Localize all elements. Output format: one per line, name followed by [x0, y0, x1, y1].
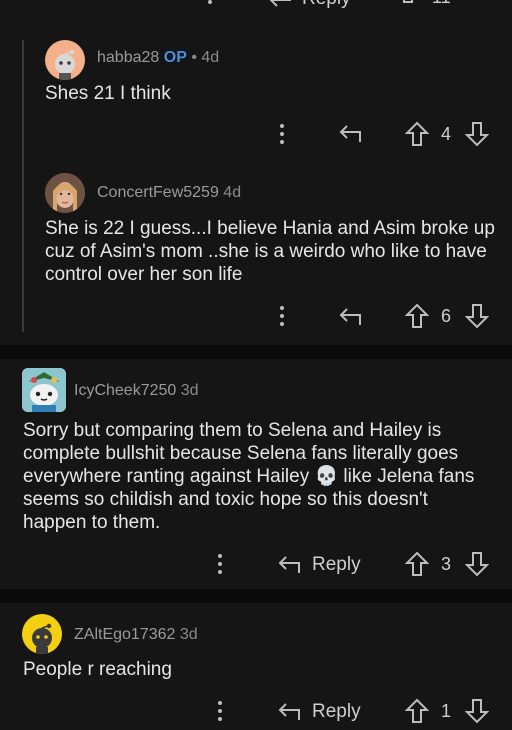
more-icon[interactable] [210, 699, 230, 723]
upvote-icon[interactable] [405, 121, 429, 147]
comment-author[interactable]: IcyCheek7250 3d [74, 382, 199, 400]
snoo-avatar-icon [32, 623, 52, 654]
top-vote-count: 11 [432, 0, 451, 8]
reply-button[interactable]: Reply [312, 554, 361, 576]
comment-author[interactable]: ZAltEgo17362 3d [74, 626, 198, 644]
username[interactable]: ConcertFew5259 [97, 184, 219, 201]
reply-icon[interactable] [277, 553, 303, 575]
comment-author[interactable]: habba28 OP • 4d [97, 49, 219, 67]
comment-body: She is 22 I guess...I believe Hania and … [45, 218, 495, 285]
more-icon[interactable] [272, 122, 292, 146]
avatar[interactable] [22, 368, 66, 412]
comment-age: 4d [223, 184, 242, 201]
username[interactable]: habba28 [97, 49, 159, 66]
upvote-icon[interactable] [405, 698, 429, 724]
comment-body: Shes 21 I think [45, 83, 171, 104]
vote-count: 4 [441, 124, 452, 144]
thread-line[interactable] [22, 40, 24, 332]
reply-icon[interactable] [338, 305, 364, 327]
comment-author[interactable]: ConcertFew5259 4d [97, 184, 241, 202]
avatar[interactable] [45, 173, 85, 213]
username[interactable]: IcyCheek7250 [74, 382, 176, 399]
upvote-icon[interactable] [405, 551, 429, 577]
downvote-icon[interactable] [465, 551, 489, 577]
downvote-icon[interactable] [466, 0, 490, 10]
more-icon[interactable] [272, 304, 292, 328]
divider [0, 345, 512, 359]
username[interactable]: ZAltEgo17362 [74, 626, 175, 643]
reply-icon[interactable] [277, 700, 303, 722]
snoo-avatar-icon [55, 49, 75, 80]
comment-age: 3d [180, 382, 199, 399]
comment-body: People r reaching [23, 659, 172, 680]
comment-age: 4d [201, 49, 220, 66]
op-badge: OP [163, 49, 187, 66]
top-reply-label[interactable]: Reply [302, 0, 351, 10]
downvote-icon[interactable] [465, 698, 489, 724]
downvote-icon[interactable] [465, 121, 489, 147]
reply-icon[interactable] [338, 122, 364, 144]
upvote-icon[interactable] [396, 0, 420, 10]
comment-body: Sorry but comparing them to Selena and H… [23, 420, 475, 533]
vote-count: 1 [441, 701, 452, 721]
divider [0, 589, 512, 603]
reply-icon[interactable] [268, 0, 294, 8]
more-icon[interactable] [200, 0, 220, 8]
comment-age: 3d [179, 626, 198, 643]
downvote-icon[interactable] [465, 303, 489, 329]
separator-dot: • [191, 49, 197, 66]
more-icon[interactable] [210, 552, 230, 576]
vote-count: 3 [441, 554, 452, 574]
vote-count: 6 [441, 306, 452, 326]
reply-button[interactable]: Reply [312, 701, 361, 723]
avatar[interactable] [22, 614, 62, 654]
avatar[interactable] [45, 40, 85, 80]
upvote-icon[interactable] [405, 303, 429, 329]
